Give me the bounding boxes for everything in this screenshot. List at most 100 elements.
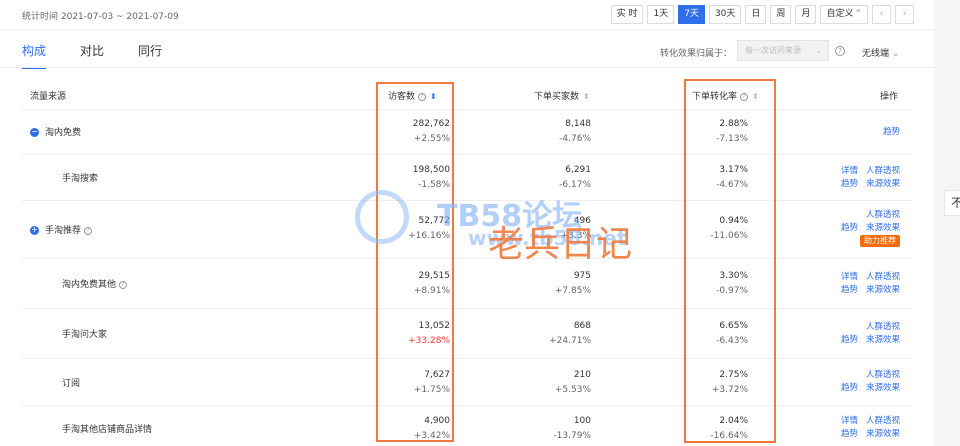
range-month-button[interactable]: 月 xyxy=(795,5,817,24)
sort-icon: ⬍ xyxy=(583,92,590,101)
question-icon: ? xyxy=(84,226,93,235)
crowd-link[interactable]: 人群透视 xyxy=(866,166,900,176)
row-source: 手淘搜索 xyxy=(62,174,99,184)
attribution-select[interactable]: 每一次访问来源 ⌄ xyxy=(737,40,829,61)
source-effect-link[interactable]: 来源效果 xyxy=(866,179,900,189)
row-source: 淘内免费其他? xyxy=(62,277,128,290)
trend-link[interactable]: 趋势 xyxy=(841,179,858,189)
toolbar: 统计时间 2021-07-03 ~ 2021-07-09 实 时 1天 7天 3… xyxy=(0,0,934,30)
buyers-change: +7.85% xyxy=(554,286,591,296)
range-day-button[interactable]: 日 xyxy=(745,5,767,24)
tab-peers[interactable]: 同行 xyxy=(138,42,162,69)
col-buyers[interactable]: 下单买家数 ⬍ xyxy=(534,89,590,102)
row-source: 手淘问大家 xyxy=(62,330,108,340)
tab-composition[interactable]: 构成 xyxy=(22,42,47,69)
buyers-value: 100 xyxy=(573,416,591,426)
buyers-cell: 6,291 -6.17% xyxy=(559,163,591,193)
trend-link[interactable]: 趋势 xyxy=(841,285,858,295)
expand-icon[interactable]: + xyxy=(30,226,39,235)
row-actions: 详情 人群透视 趋势 来源效果 xyxy=(833,271,900,296)
tab-compare[interactable]: 对比 xyxy=(80,42,104,69)
range-week-button[interactable]: 周 xyxy=(770,5,792,24)
detail-link[interactable]: 详情 xyxy=(841,166,858,176)
trend-link[interactable]: 趋势 xyxy=(841,429,858,439)
buyers-value: 975 xyxy=(573,271,591,281)
traffic-table: 流量来源 访客数? ⬍ 下单买家数 ⬍ 下单转化率? ⬍ 操作 − 淘内免费 282,7… xyxy=(22,78,912,446)
range-30day-button[interactable]: 30天 xyxy=(708,5,742,24)
row-source: + 手淘推荐? xyxy=(30,223,93,236)
watermark-diary: 老兵日记 xyxy=(488,224,633,265)
next-period-button[interactable]: › xyxy=(895,5,914,24)
tab-divider xyxy=(0,67,934,68)
chevron-up-icon: ⌃ xyxy=(854,9,862,19)
row-actions: 详情 人群透视 趋势 来源效果 xyxy=(833,415,900,440)
help-icon[interactable]: ? xyxy=(835,46,845,56)
source-effect-link[interactable]: 来源效果 xyxy=(866,383,900,393)
forum-logo-icon xyxy=(355,190,409,244)
attribution-label: 转化效果归属于： xyxy=(660,49,733,59)
source-effect-link[interactable]: 来源效果 xyxy=(866,223,900,233)
buyers-cell: 100 -13.79% xyxy=(553,414,591,444)
buyers-change: +5.53% xyxy=(554,385,591,395)
row-source: 手淘其他店铺商品详情 xyxy=(62,425,153,435)
traffic-source-card: 统计时间 2021-07-03 ~ 2021-07-09 实 时 1天 7天 3… xyxy=(0,0,934,446)
table-row: 订阅 7,627 +1.75% 210 +5.53% 2.75% +3.72% 人群透… xyxy=(22,359,912,406)
table-row: 手淘其他店铺商品详情 4,900 +3.42% 100 -13.79% 2.04% -… xyxy=(22,406,912,446)
range-1day-button[interactable]: 1天 xyxy=(647,5,675,24)
source-effect-link[interactable]: 来源效果 xyxy=(866,335,900,345)
row-source: 订阅 xyxy=(62,379,81,389)
question-icon: ? xyxy=(119,280,128,289)
range-realtime-button[interactable]: 实 时 xyxy=(610,5,644,24)
range-7day-button[interactable]: 7天 xyxy=(678,5,705,24)
col-source: 流量来源 xyxy=(30,92,67,102)
chevron-down-icon: ⌄ xyxy=(892,49,900,59)
crowd-link[interactable]: 人群透视 xyxy=(866,272,900,282)
buyers-change: -4.76% xyxy=(559,134,591,144)
buyers-change: -13.79% xyxy=(553,431,591,441)
buyers-cell: 975 +7.85% xyxy=(555,269,591,299)
boost-badge[interactable]: 助力推荐 xyxy=(860,235,900,247)
visitors-highlight-box xyxy=(376,82,454,442)
buyers-value: 8,148 xyxy=(565,119,591,129)
col-buyers-label: 下单买家数 xyxy=(534,92,580,102)
row-actions: 人群透视 趋势 来源效果 xyxy=(833,321,900,346)
tab-bar: 构成 对比 同行 xyxy=(22,42,196,69)
source-effect-link[interactable]: 来源效果 xyxy=(866,285,900,295)
row-actions: 趋势 xyxy=(875,126,900,139)
buyers-value: 210 xyxy=(573,370,591,380)
buyers-cell: 868 +24.71% xyxy=(549,319,591,349)
table-row: 手淘问大家 13,052 +33.28% 868 +24.71% 6.65% -6.4… xyxy=(22,309,912,359)
date-range-group: 实 时 1天 7天 30天 日 周 月 自定义⌃ ‹ › xyxy=(607,5,914,24)
row-source: − 淘内免费 xyxy=(30,125,81,138)
side-float-button[interactable]: 不 xyxy=(944,190,960,216)
trend-link[interactable]: 趋势 xyxy=(841,383,858,393)
buyers-change: +24.71% xyxy=(549,336,591,346)
crowd-link[interactable]: 人群透视 xyxy=(866,322,900,332)
row-actions: 人群透视 趋势 来源效果 助力推荐 xyxy=(833,209,900,248)
range-custom-button[interactable]: 自定义⌃ xyxy=(820,5,868,24)
row-actions: 人群透视 趋势 来源效果 xyxy=(833,369,900,394)
table-header: 流量来源 访客数? ⬍ 下单买家数 ⬍ 下单转化率? ⬍ 操作 xyxy=(22,78,912,110)
buyers-value: 868 xyxy=(573,321,591,331)
attribution-select-value: 每一次访问来源 xyxy=(745,46,801,55)
chevron-down-icon: ⌄ xyxy=(815,46,822,55)
row-source-label: 淘内免费其他 xyxy=(62,280,117,290)
source-effect-link[interactable]: 来源效果 xyxy=(866,429,900,439)
device-select-value: 无线端 xyxy=(862,49,890,59)
crowd-link[interactable]: 人群透视 xyxy=(866,416,900,426)
trend-link[interactable]: 趋势 xyxy=(841,223,858,233)
detail-link[interactable]: 详情 xyxy=(841,416,858,426)
conversion-highlight-box xyxy=(684,79,776,443)
row-actions: 详情 人群透视 趋势 来源效果 xyxy=(833,165,900,190)
crowd-link[interactable]: 人群透视 xyxy=(866,210,900,220)
prev-period-button[interactable]: ‹ xyxy=(872,5,891,24)
row-source-label: 淘内免费 xyxy=(45,128,82,138)
collapse-icon[interactable]: − xyxy=(30,128,39,137)
table-row: 淘内免费其他? 29,515 +8.91% 975 +7.85% 3.30% -0.9… xyxy=(22,259,912,309)
table-row: − 淘内免费 282,762 +2.55% 8,148 -4.76% 2.88% -7.… xyxy=(22,110,912,155)
detail-link[interactable]: 详情 xyxy=(841,272,858,282)
trend-link[interactable]: 趋势 xyxy=(883,127,900,137)
crowd-link[interactable]: 人群透视 xyxy=(866,370,900,380)
device-select[interactable]: 无线端 ⌄ xyxy=(862,46,900,59)
trend-link[interactable]: 趋势 xyxy=(841,335,858,345)
